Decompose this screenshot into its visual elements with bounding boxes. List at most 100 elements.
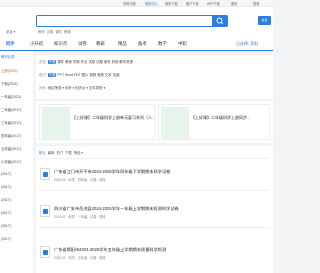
catalog-item[interactable]: 上册(2025): [1, 68, 18, 73]
nav-item[interactable]: 数学: [158, 41, 167, 47]
divider: [39, 227, 269, 228]
catalog-title: 教材目录: [1, 55, 15, 59]
filter-label: 类型:: [39, 60, 47, 64]
filter-dropdown[interactable]: 年份: [65, 86, 72, 90]
filter-dropdown[interactable]: 文件类型: [89, 86, 103, 90]
nav-item[interactable]: 备考: [138, 41, 147, 47]
resource-thumbnail: [161, 107, 189, 139]
filter-option[interactable]: 作业: [81, 60, 88, 64]
divider: [39, 190, 269, 191]
catalog-item[interactable]: 五年级(2017): [1, 146, 21, 151]
catalog-item[interactable]: 六年级(2017): [1, 159, 21, 164]
catalog-item[interactable]: 下册(2024): [1, 81, 18, 86]
topbar-link[interactable]: APP下载: [207, 1, 220, 6]
topbar-link[interactable]: 学段切换: [123, 1, 136, 6]
catalog-item[interactable]: (2017): [1, 185, 11, 189]
catalog-item[interactable]: (2017): [1, 237, 11, 241]
word-doc-icon: [40, 205, 50, 217]
topbar-link[interactable]: 服务: [231, 1, 237, 6]
filter-option[interactable]: 不限: [47, 73, 57, 77]
catalog-item[interactable]: (2017): [1, 224, 11, 228]
filter-option[interactable]: 不限: [47, 60, 57, 64]
filter-row-other: 其他: 地区筛选 ▾ 年份 ▾ 知识点 ▾ 文件类型 ▾: [39, 86, 106, 90]
resource-meta: 2025-06 · 科学 · 四年级 · 试卷 · 期末: [54, 178, 106, 182]
topbar-link[interactable]: 我的中心: [145, 1, 158, 6]
word-doc-icon: [40, 246, 50, 258]
resource-title[interactable]: 广东省揭阳市2024-2025学年五年级上学期期末质量科学检测: [54, 247, 264, 253]
search-button[interactable]: [212, 15, 228, 27]
filter-row-type: 类型: 不限 课件 教案 学案 作业 试卷 试题 素材 其他 教学资源: [39, 59, 133, 64]
filter-label: 其他:: [39, 86, 47, 90]
filter-label: 格式:: [39, 73, 47, 77]
filter-option[interactable]: 图片: [82, 73, 89, 77]
site-logo[interactable]: [4, 10, 22, 18]
catalog-item[interactable]: 二年级(2017): [1, 107, 21, 112]
top-bar: 学段切换 我的中心 我的下载 客户下载 APP下载 服务 登录: [0, 0, 273, 7]
topbar-link[interactable]: 客户下载: [186, 1, 199, 6]
filter-option[interactable]: 教案: [65, 60, 72, 64]
filter-option[interactable]: Word: [65, 73, 73, 77]
resource-list: 默认 最新 热门 下载 筛选 ▾ 广东省江门市开平市2024-2025学年四年级…: [36, 146, 273, 273]
search-input[interactable]: [36, 15, 216, 27]
search-tab[interactable]: 课件: [55, 30, 62, 34]
search-tab[interactable]: 教案: [64, 30, 71, 34]
featured-title[interactable]: 【上好课】二年级科学上册单元复习系列（人...: [72, 115, 154, 121]
sort-option[interactable]: 默认: [39, 151, 46, 155]
search-icon: [216, 17, 224, 25]
featured-card[interactable]: 【上好课】二年级科学上册单元复习系列（人...: [39, 104, 155, 140]
sort-option[interactable]: 下载: [65, 151, 72, 155]
resource-title[interactable]: 四川省广安市岳池县2024-2025学年一年级上学期期末检测科学试卷: [54, 206, 264, 212]
catalog-item[interactable]: (2017): [1, 198, 11, 202]
location-selector[interactable]: 北京 ▾: [6, 29, 15, 34]
sort-option[interactable]: 筛选: [74, 151, 81, 155]
filter-option[interactable]: 压缩: [113, 73, 120, 77]
filter-option[interactable]: 课件: [57, 60, 64, 64]
filter-option[interactable]: 试题: [96, 60, 103, 64]
catalog-item[interactable]: 四年级(2017): [1, 133, 21, 138]
filter-panel: 类型: 不限 课件 教案 学案 作业 试卷 试题 素材 其他 教学资源 格式: …: [36, 55, 273, 99]
main-nav: 同步 小升初 知识点 试卷 教研 精品 备考 数学 中职 已选择: 资料: [0, 39, 273, 51]
filter-option[interactable]: 音频: [97, 73, 104, 77]
filter-option[interactable]: 视频: [89, 73, 96, 77]
member-badge[interactable]: 会员: [258, 16, 271, 25]
divider: [39, 158, 269, 159]
nav-item[interactable]: 中职: [178, 41, 187, 47]
catalog-item[interactable]: 三年级(2017): [1, 120, 21, 125]
search-tab[interactable]: 试卷: [47, 30, 54, 34]
resource-meta: 2025-01 · 科学 · 一年级 · 试卷 · 期末: [54, 215, 106, 219]
topbar-link[interactable]: 我的下载: [165, 1, 178, 6]
login-link[interactable]: 登录: [253, 1, 259, 6]
nav-item[interactable]: 精品: [118, 41, 127, 47]
catalog-item[interactable]: 一年级(2022): [1, 94, 21, 99]
sort-bar: 默认 最新 热门 下载 筛选 ▾: [39, 151, 84, 155]
featured-title[interactable]: 【上好课】二年级科学上册同步...: [191, 115, 269, 121]
filter-dropdown[interactable]: 地区筛选: [48, 86, 62, 90]
filter-option[interactable]: 文本: [105, 73, 112, 77]
search-tab[interactable]: 教材: [38, 30, 45, 34]
resource-title[interactable]: 广东省江门市开平市2024-2025学年四年级下学期期末科学试卷: [54, 169, 264, 175]
featured-card[interactable]: 【上好课】二年级科学上册同步...: [158, 104, 270, 140]
resource-meta: 2025-01 · 科学 · 五年级 · 试卷 · 期末: [54, 256, 106, 260]
word-doc-icon: [40, 168, 50, 180]
filter-option[interactable]: 其他: [112, 60, 119, 64]
textbook-catalog: 教材目录 上册(2025) 下册(2024) 一年级(2022) 二年级(201…: [0, 51, 33, 273]
catalog-item[interactable]: (2017): [1, 211, 11, 215]
nav-item[interactable]: 小升初: [30, 41, 43, 47]
featured-resources: 【上好课】二年级科学上册单元复习系列（人... 【上好课】二年级科学上册同步..…: [36, 101, 273, 143]
sort-option[interactable]: 最新: [48, 151, 55, 155]
filter-option[interactable]: PPT: [57, 73, 64, 77]
catalog-item[interactable]: (2017): [1, 172, 11, 176]
filter-row-format: 格式: 不限 PPT Word PDF 图片 视频 音频 文本 压缩: [39, 72, 119, 77]
filter-option[interactable]: 试卷: [88, 60, 95, 64]
nav-item[interactable]: 知识点: [54, 41, 67, 47]
filter-option[interactable]: 学案: [73, 60, 80, 64]
sort-option[interactable]: 热门: [56, 151, 63, 155]
filter-dropdown[interactable]: 知识点: [75, 86, 85, 90]
filter-option[interactable]: PDF: [74, 73, 81, 77]
nav-item[interactable]: 试卷: [78, 41, 87, 47]
nav-selected[interactable]: 已选择: 资料: [236, 41, 258, 47]
filter-option[interactable]: 教学资源: [119, 60, 133, 64]
nav-item[interactable]: 同步: [6, 41, 15, 47]
filter-option[interactable]: 素材: [104, 60, 111, 64]
nav-item[interactable]: 教研: [96, 41, 105, 47]
